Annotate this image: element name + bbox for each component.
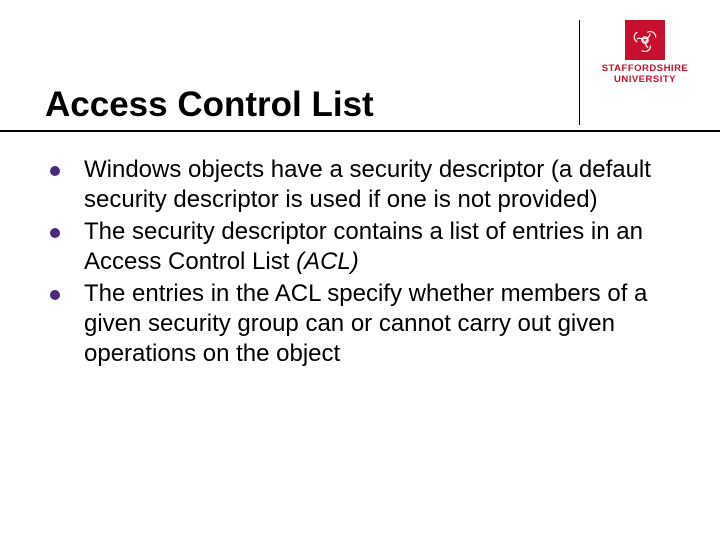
list-item: The security descriptor contains a list … [50,217,665,277]
logo-mark [625,20,665,60]
bullet-text: Windows objects have a security descript… [84,155,665,215]
acl-abbrev: (ACL) [296,248,359,275]
list-item: Windows objects have a security descript… [50,155,665,215]
slide: STAFFORDSHIRE UNIVERSITY Access Control … [0,0,720,540]
slide-title: Access Control List [45,85,675,125]
logo-text-line1: STAFFORDSHIRE [602,63,689,74]
list-item: The entries in the ACL specify whether m… [50,279,665,369]
bullet-icon [50,228,60,238]
biohazard-icon [633,28,657,52]
bullet-icon [50,290,60,300]
logo-text-line2: UNIVERSITY [614,74,676,85]
bullet-text: The entries in the ACL specify whether m… [84,279,665,369]
title-underline [0,130,720,132]
bullet-text: The security descriptor contains a list … [84,217,665,277]
bullet-icon [50,166,60,176]
slide-body: Windows objects have a security descript… [50,155,665,371]
